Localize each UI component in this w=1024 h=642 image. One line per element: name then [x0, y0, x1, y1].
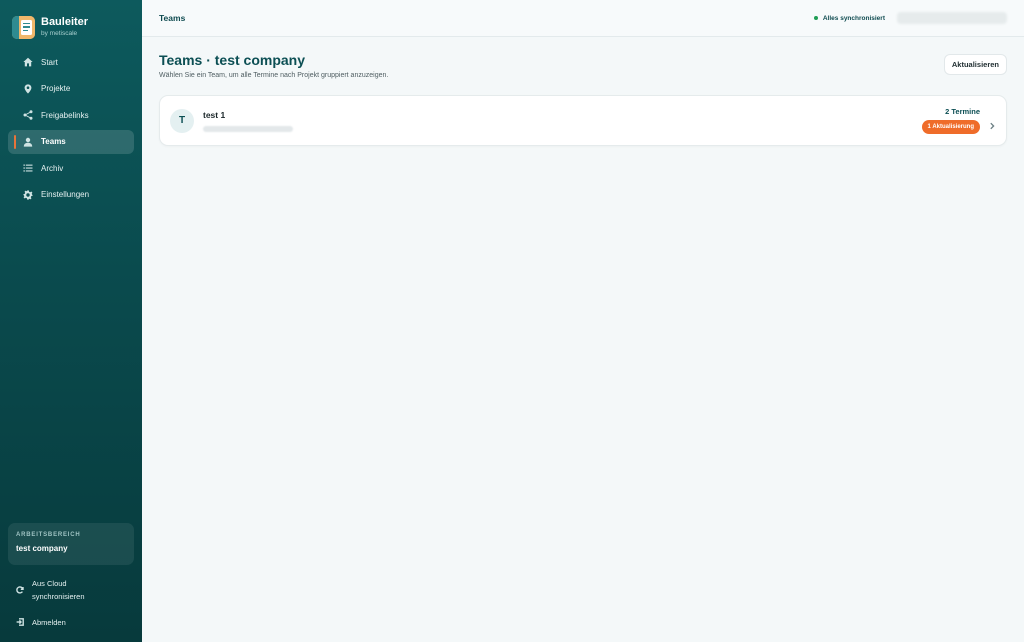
sidebar-item-label: Projekte	[41, 84, 71, 94]
chevron-right-icon	[988, 117, 996, 129]
logout-button[interactable]: Abmelden	[16, 613, 66, 631]
sidebar-item-projekte[interactable]: Projekte	[8, 77, 134, 101]
page-title: Teams · test company	[159, 52, 306, 68]
sync-status-dot	[813, 16, 818, 20]
main-area: Teams Alles synchronisiert Teams · test …	[142, 0, 1024, 642]
sync-status: Alles synchronisiert	[822, 14, 885, 22]
user-account[interactable]	[897, 12, 1007, 24]
workspace-name: test company	[16, 544, 68, 553]
workspace-label: ARBEITSBEREICH	[16, 532, 81, 538]
brand-title: Bauleiter	[41, 16, 89, 28]
sidebar-item-freigabelinks[interactable]: Freigabelinks	[8, 103, 134, 127]
share-icon	[22, 109, 34, 121]
brand[interactable]: Bauleiter by metiscale	[0, 0, 142, 40]
sidebar-item-archiv[interactable]: Archiv	[8, 156, 134, 180]
sidebar-item-label: Archiv	[41, 163, 64, 173]
logout-label: Abmelden	[32, 617, 66, 627]
sidebar: Bauleiter by metiscale Start Projekte Fr…	[0, 0, 142, 642]
app-root: Bauleiter by metiscale Start Projekte Fr…	[0, 0, 1024, 642]
content: Teams · test company Wählen Sie ein Team…	[142, 37, 1024, 146]
sidebar-item-label: Freigabelinks	[41, 110, 89, 120]
pin-icon	[22, 83, 34, 95]
brand-logo	[12, 15, 35, 39]
sidebar-item-label: Start	[41, 57, 58, 67]
update-badge: 1 Aktualisierung	[921, 120, 980, 134]
logout-icon	[16, 613, 24, 631]
sync-cloud-button[interactable]: Aus Cloud synchronisieren	[16, 577, 102, 603]
workspace-card[interactable]: ARBEITSBEREICH test company	[8, 523, 134, 565]
home-icon	[22, 56, 34, 68]
team-card[interactable]: T test 1 2 Termine 1 Aktualisierung	[159, 95, 1007, 146]
team-name: test 1	[203, 109, 226, 120]
avatar: T	[170, 108, 194, 133]
gear-icon	[22, 189, 34, 201]
sync-cloud-label: Aus Cloud synchronisieren	[32, 579, 85, 601]
list-icon	[22, 162, 34, 174]
termine-count: 2 Termine	[945, 107, 980, 116]
refresh-icon	[16, 581, 24, 599]
breadcrumb: Teams	[159, 13, 186, 23]
refresh-button[interactable]: Aktualisieren	[943, 54, 1007, 75]
sidebar-item-label: Einstellungen	[41, 190, 90, 200]
team-members-redacted	[203, 125, 293, 132]
sidebar-nav: Start Projekte Freigabelinks Teams Archi…	[0, 50, 142, 207]
brand-subtitle: by metiscale	[41, 30, 78, 37]
sidebar-item-teams[interactable]: Teams	[8, 129, 134, 154]
sidebar-item-einstellungen[interactable]: Einstellungen	[8, 183, 134, 207]
topbar: Teams Alles synchronisiert	[142, 0, 1024, 37]
user-icon	[22, 136, 34, 148]
page-subtitle: Wählen Sie ein Team, um alle Termine nac…	[159, 72, 389, 79]
sidebar-item-start[interactable]: Start	[8, 50, 134, 74]
sidebar-item-label: Teams	[41, 137, 66, 147]
